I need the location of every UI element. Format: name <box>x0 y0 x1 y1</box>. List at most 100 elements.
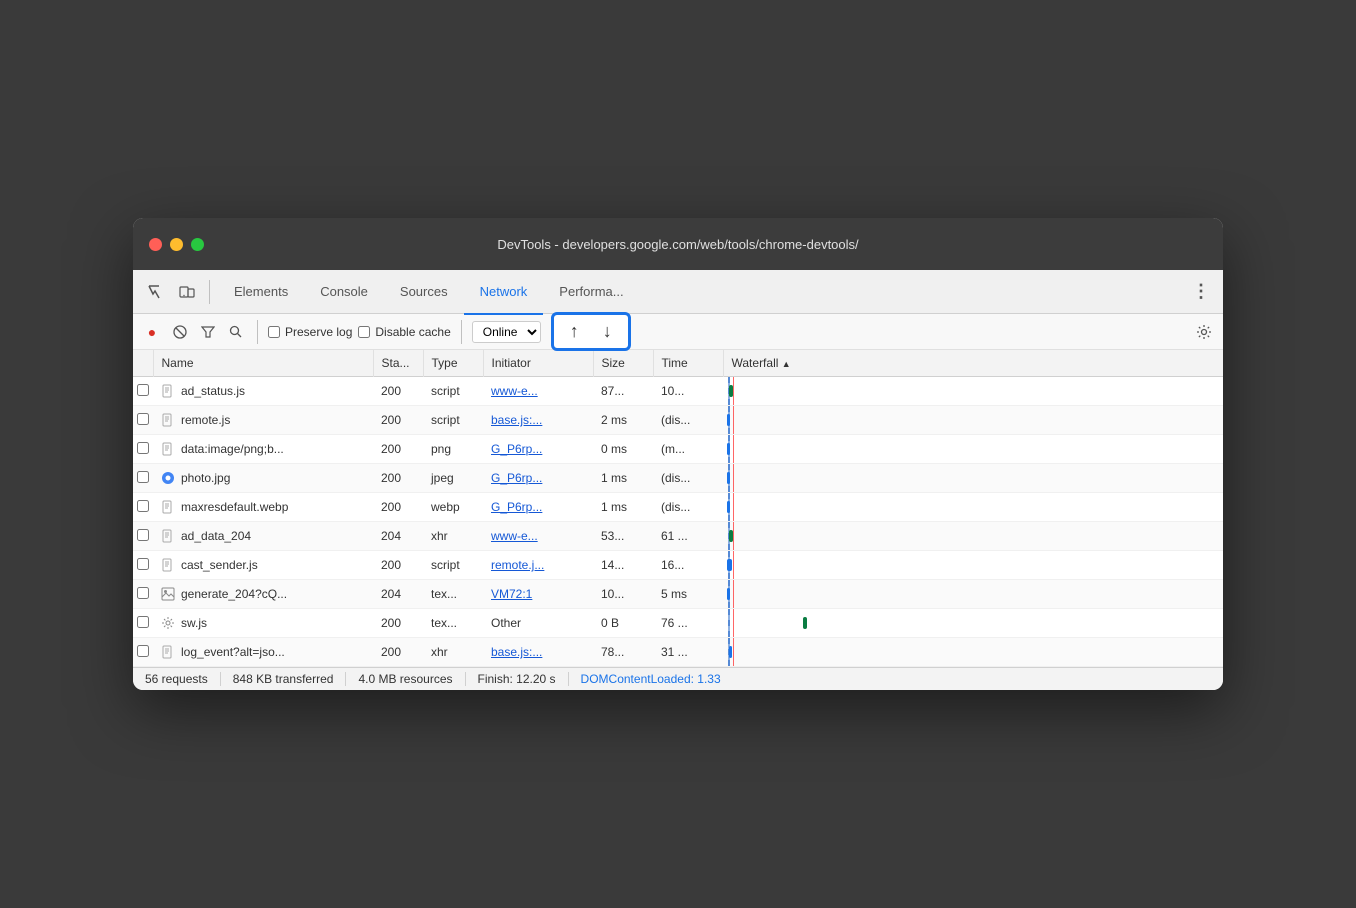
row-checkbox[interactable] <box>137 500 149 512</box>
network-toolbar-divider-2 <box>461 320 462 344</box>
initiator-cell: Other <box>483 609 593 638</box>
type-cell: script <box>423 551 483 580</box>
time-column-header[interactable]: Time <box>653 350 723 377</box>
status-cell: 200 <box>373 638 423 667</box>
name-text: sw.js <box>181 616 207 630</box>
more-tabs-button[interactable]: ⋮ <box>1187 278 1215 306</box>
row-checkbox[interactable] <box>137 413 149 425</box>
file-icon <box>161 645 175 659</box>
row-checkbox[interactable] <box>137 442 149 454</box>
tab-sources[interactable]: Sources <box>384 271 464 315</box>
table-row[interactable]: ad_data_204204xhrwww-e...53...61 ... <box>133 522 1223 551</box>
row-checkbox[interactable] <box>137 587 149 599</box>
name-cell: ad_status.js <box>153 377 373 406</box>
inspect-icon[interactable] <box>141 278 169 306</box>
initiator-link[interactable]: base.js:... <box>491 645 542 659</box>
initiator-cell[interactable]: G_P6rp... <box>483 464 593 493</box>
waterfall-cell <box>723 377 1223 406</box>
size-cell: 1 ms <box>593 464 653 493</box>
waterfall-bar <box>727 588 730 600</box>
settings-button[interactable] <box>1193 321 1215 343</box>
initiator-link[interactable]: VM72:1 <box>491 587 532 601</box>
initiator-cell[interactable]: www-e... <box>483 522 593 551</box>
row-checkbox[interactable] <box>137 384 149 396</box>
table-row[interactable]: photo.jpg200jpegG_P6rp...1 ms(dis... <box>133 464 1223 493</box>
status-cell: 200 <box>373 377 423 406</box>
type-column-header[interactable]: Type <box>423 350 483 377</box>
table-row[interactable]: cast_sender.js200scriptremote.j...14...1… <box>133 551 1223 580</box>
status-column-header[interactable]: Sta... <box>373 350 423 377</box>
size-cell: 10... <box>593 580 653 609</box>
table-row[interactable]: ad_status.js200scriptwww-e...87...10... <box>133 377 1223 406</box>
download-button[interactable]: ↓ <box>599 319 616 344</box>
maximize-button[interactable] <box>191 238 204 251</box>
table-row[interactable]: maxresdefault.webp200webpG_P6rp...1 ms(d… <box>133 493 1223 522</box>
initiator-cell[interactable]: G_P6rp... <box>483 493 593 522</box>
table-row[interactable]: data:image/png;b...200pngG_P6rp...0 ms(m… <box>133 435 1223 464</box>
upload-button[interactable]: ↑ <box>566 319 583 344</box>
initiator-cell[interactable]: VM72:1 <box>483 580 593 609</box>
preserve-log-checkbox[interactable]: Preserve log <box>268 325 352 339</box>
main-toolbar: Elements Console Sources Network Perform… <box>133 270 1223 314</box>
tab-list: Elements Console Sources Network Perform… <box>218 270 1183 314</box>
type-cell: jpeg <box>423 464 483 493</box>
name-text: photo.jpg <box>181 471 230 485</box>
initiator-link[interactable]: G_P6rp... <box>491 442 542 456</box>
name-column-header[interactable]: Name <box>153 350 373 377</box>
tab-console[interactable]: Console <box>304 271 384 315</box>
waterfall-cell <box>723 406 1223 435</box>
row-checkbox[interactable] <box>137 645 149 657</box>
time-cell: 5 ms <box>653 580 723 609</box>
table-row[interactable]: log_event?alt=jso...200xhrbase.js:...78.… <box>133 638 1223 667</box>
toolbar-divider-1 <box>209 280 210 304</box>
size-cell: 1 ms <box>593 493 653 522</box>
size-column-header[interactable]: Size <box>593 350 653 377</box>
row-checkbox[interactable] <box>137 558 149 570</box>
tab-performance[interactable]: Performa... <box>543 271 639 315</box>
row-checkbox[interactable] <box>137 529 149 541</box>
initiator-column-header[interactable]: Initiator <box>483 350 593 377</box>
initiator-cell[interactable]: base.js:... <box>483 406 593 435</box>
table-row[interactable]: sw.js200tex...Other0 B76 ... <box>133 609 1223 638</box>
table-row[interactable]: generate_204?cQ...204tex...VM72:110...5 … <box>133 580 1223 609</box>
waterfall-red-line <box>733 638 734 666</box>
initiator-link[interactable]: base.js:... <box>491 413 542 427</box>
waterfall-bar <box>727 501 730 513</box>
initiator-cell[interactable]: G_P6rp... <box>483 435 593 464</box>
initiator-cell[interactable]: www-e... <box>483 377 593 406</box>
network-table: Name Sta... Type Initiator Size <box>133 350 1223 667</box>
initiator-link[interactable]: G_P6rp... <box>491 500 542 514</box>
waterfall-column-header[interactable]: Waterfall <box>723 350 1223 377</box>
initiator-cell[interactable]: remote.j... <box>483 551 593 580</box>
name-cell: maxresdefault.webp <box>153 493 373 522</box>
type-cell: script <box>423 377 483 406</box>
disable-cache-checkbox[interactable]: Disable cache <box>358 325 450 339</box>
minimize-button[interactable] <box>170 238 183 251</box>
initiator-link[interactable]: www-e... <box>491 384 538 398</box>
clear-button[interactable] <box>169 321 191 343</box>
filter-button[interactable] <box>197 321 219 343</box>
initiator-link[interactable]: G_P6rp... <box>491 471 542 485</box>
traffic-lights <box>149 238 204 251</box>
throttling-select[interactable]: Online <box>472 321 541 343</box>
waterfall-cell <box>723 493 1223 522</box>
size-cell: 2 ms <box>593 406 653 435</box>
initiator-link[interactable]: remote.j... <box>491 558 544 572</box>
initiator-cell[interactable]: base.js:... <box>483 638 593 667</box>
row-checkbox[interactable] <box>137 471 149 483</box>
type-cell: xhr <box>423 638 483 667</box>
waterfall-cell <box>723 435 1223 464</box>
waterfall-red-line <box>733 435 734 463</box>
search-button[interactable] <box>225 321 247 343</box>
name-cell: data:image/png;b... <box>153 435 373 464</box>
tab-network[interactable]: Network <box>464 271 544 315</box>
file-icon <box>161 442 175 456</box>
initiator-link[interactable]: www-e... <box>491 529 538 543</box>
table-row[interactable]: remote.js200scriptbase.js:...2 ms(dis... <box>133 406 1223 435</box>
tab-elements[interactable]: Elements <box>218 271 304 315</box>
record-button[interactable]: ● <box>141 321 163 343</box>
device-icon[interactable] <box>173 278 201 306</box>
row-checkbox[interactable] <box>137 616 149 628</box>
file-icon <box>161 529 175 543</box>
close-button[interactable] <box>149 238 162 251</box>
